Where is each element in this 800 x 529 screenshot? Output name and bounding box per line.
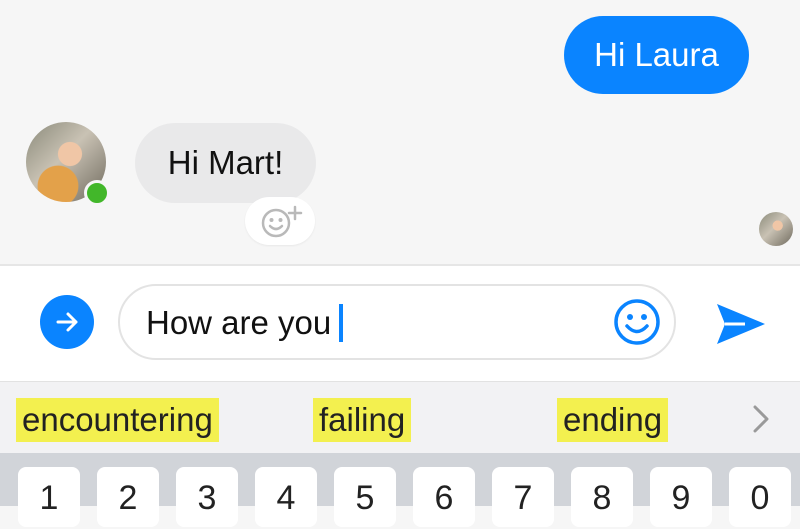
send-icon[interactable]	[715, 300, 767, 348]
suggestion-item[interactable]: ending	[557, 398, 669, 442]
emoji-icon[interactable]	[612, 297, 662, 347]
key-7[interactable]: 7	[492, 467, 554, 527]
suggestion-item[interactable]: failing	[313, 398, 412, 442]
read-receipt-avatar	[759, 212, 793, 246]
expand-actions-button[interactable]	[40, 295, 94, 349]
suggestion-item[interactable]: encountering	[16, 398, 219, 442]
message-input[interactable]: How are you	[118, 284, 676, 360]
incoming-message-text: Hi Mart!	[167, 144, 284, 181]
key-2[interactable]: 2	[97, 467, 159, 527]
add-reaction-icon	[261, 205, 303, 238]
key-6[interactable]: 6	[413, 467, 475, 527]
message-input-value: How are you	[146, 304, 332, 341]
add-reaction-button[interactable]	[245, 197, 315, 245]
key-1[interactable]: 1	[18, 467, 80, 527]
arrow-right-icon	[56, 312, 78, 332]
online-status-indicator	[84, 180, 110, 206]
outgoing-message-text: Hi Laura	[594, 36, 719, 73]
chevron-right-icon[interactable]	[750, 403, 772, 435]
key-9[interactable]: 9	[650, 467, 712, 527]
key-3[interactable]: 3	[176, 467, 238, 527]
outgoing-message[interactable]: Hi Laura	[564, 16, 749, 94]
key-0[interactable]: 0	[729, 467, 791, 527]
text-cursor	[339, 304, 344, 342]
incoming-message[interactable]: Hi Mart!	[135, 123, 316, 203]
key-8[interactable]: 8	[571, 467, 633, 527]
key-4[interactable]: 4	[255, 467, 317, 527]
key-5[interactable]: 5	[334, 467, 396, 527]
